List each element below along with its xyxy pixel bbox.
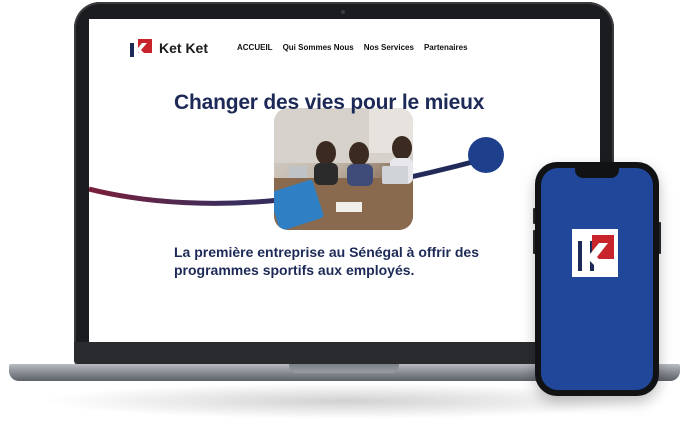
camera-icon (341, 10, 345, 14)
phone-screen (541, 168, 653, 390)
ketket-logo-icon (578, 235, 614, 271)
laptop-chin (74, 342, 614, 364)
laptop-screen: Ket Ket ACCUEIL Qui Sommes Nous Nos Serv… (89, 19, 600, 342)
meeting-photo (274, 108, 413, 230)
hero-title: Changer des vies pour le mieux (174, 91, 485, 114)
laptop-notch (289, 364, 399, 373)
phone-notch (575, 168, 619, 178)
decorative-circle (468, 137, 504, 173)
hero-subtitle: La première entreprise au Sénégal à offr… (174, 244, 480, 278)
phone-app-logo[interactable] (572, 229, 618, 277)
